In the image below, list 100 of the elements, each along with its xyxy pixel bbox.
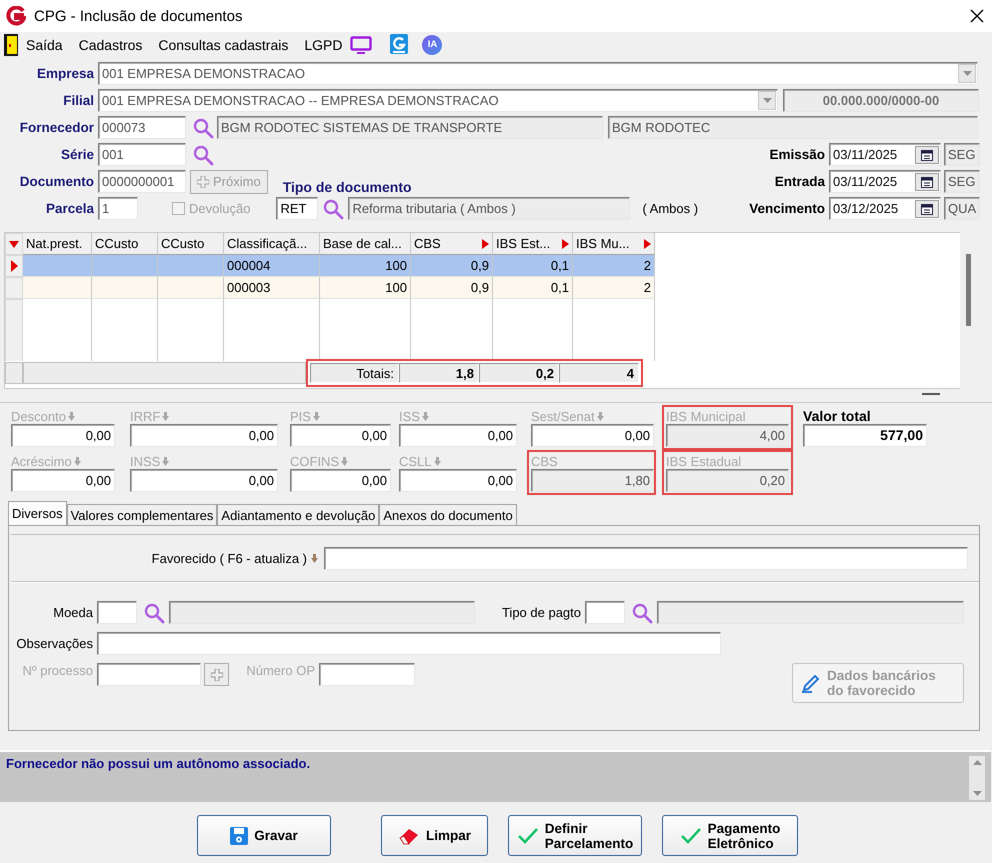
currency-code-field[interactable] [97, 601, 137, 624]
search-icon[interactable] [631, 602, 653, 624]
table-cell: 2 [573, 255, 655, 277]
search-icon[interactable] [143, 602, 165, 624]
table-cell: 0,9 [411, 255, 493, 277]
table-cell: 0,1 [493, 255, 573, 277]
column-header[interactable]: IBS Est... [493, 233, 573, 255]
supplier-code-field[interactable]: 000073 [98, 116, 186, 139]
weekday-field[interactable]: SEG [944, 170, 980, 193]
amount-field: 0,20 [666, 469, 789, 492]
weekday-field[interactable]: QUA [944, 197, 980, 220]
menu-item[interactable]: Consultas cadastrais [150, 34, 296, 54]
supplier-short-name-field[interactable]: BGM RODOTEC [608, 116, 978, 139]
tab[interactable]: Adiantamento e devolução [217, 504, 380, 525]
payment-type-name-field[interactable] [657, 601, 964, 624]
row-selector[interactable] [5, 255, 23, 277]
total-value: 0,2 [479, 363, 559, 383]
dropdown-button[interactable] [758, 91, 776, 110]
add-button[interactable] [204, 663, 229, 686]
column-header[interactable]: Classificaçã... [224, 233, 320, 255]
scrollbar-thumb[interactable] [922, 393, 940, 395]
column-header[interactable]: IBS Mu... [573, 233, 655, 255]
weekday-field[interactable]: SEG [944, 143, 980, 166]
total-label: Valor total [803, 408, 872, 424]
document-type-code-field[interactable]: RET [276, 197, 318, 220]
menu-item[interactable]: Cadastros [70, 34, 150, 54]
amount-field[interactable]: 0,00 [399, 424, 517, 447]
op-number-field[interactable] [319, 663, 415, 686]
currency-name-field[interactable] [169, 601, 475, 624]
total-field: 577,00 [803, 424, 927, 447]
field-label: Favorecido ( F6 - atualiza ) [150, 550, 308, 566]
scrollbar-thumb[interactable] [966, 254, 971, 326]
scrollbar[interactable] [969, 756, 985, 800]
field-label: IBS Estadual [666, 454, 742, 468]
table-cell: 100 [320, 277, 411, 299]
close-icon[interactable] [970, 9, 984, 23]
amount-field[interactable]: 0,00 [11, 424, 115, 447]
document-number-field[interactable]: 0000000001 [98, 170, 186, 193]
assistant-button[interactable]: IA [422, 34, 442, 54]
amount-field[interactable]: 0,00 [399, 469, 517, 492]
sort-marker-icon [562, 238, 569, 248]
field-label: Tipo de pagto [500, 605, 582, 620]
field-label: CBS [531, 454, 558, 468]
date-field[interactable]: 03/12/2025 [829, 197, 941, 220]
amount-field[interactable]: 0,00 [11, 469, 115, 492]
cnpj-field[interactable]: 00.000.000/0000-00 [783, 89, 979, 112]
search-icon[interactable] [322, 198, 344, 220]
app-icon[interactable] [390, 34, 408, 56]
column-header[interactable]: Base de cal... [320, 233, 411, 255]
calendar-button[interactable] [915, 200, 939, 218]
menu-item[interactable]: LGPD [296, 34, 350, 54]
date-field[interactable]: 03/11/2025 [829, 143, 941, 166]
scroll-down-icon[interactable] [972, 791, 982, 796]
checkbox-label: Devolução [189, 201, 250, 216]
tab[interactable]: Diversos [8, 501, 67, 525]
date-field[interactable]: 03/11/2025 [829, 170, 941, 193]
payee-field[interactable] [324, 546, 968, 570]
action-button[interactable]: Gravar [197, 815, 331, 856]
table-cell [23, 277, 92, 299]
amount-field[interactable]: 0,00 [531, 424, 654, 447]
column-header[interactable]: CBS [411, 233, 493, 255]
calendar-button[interactable] [915, 146, 939, 164]
door-icon[interactable] [4, 34, 18, 56]
column-header[interactable]: CCusto [158, 233, 224, 255]
menu-caret-icon[interactable] [9, 240, 19, 248]
branch-field[interactable]: 001 EMPRESA DEMONSTRACAO -- EMPRESA DEMONSTRACAO [98, 89, 778, 112]
search-icon[interactable] [192, 144, 214, 166]
dropdown-button[interactable] [958, 64, 976, 83]
action-button[interactable]: Definir Parcelamento [508, 815, 642, 856]
action-button[interactable]: Limpar [381, 815, 488, 856]
amount-field[interactable]: 0,00 [290, 424, 391, 447]
menu-item[interactable]: Saída [18, 34, 71, 54]
amount-field[interactable]: 0,00 [130, 424, 278, 447]
monitor-icon[interactable] [350, 36, 372, 54]
installment-field[interactable]: 1 [98, 197, 138, 220]
search-icon[interactable] [192, 116, 214, 138]
column-header[interactable]: Nat.prest. [23, 233, 92, 255]
amount-field[interactable]: 0,00 [290, 469, 391, 492]
amount-field[interactable]: 0,00 [130, 469, 278, 492]
scroll-up-icon[interactable] [972, 760, 982, 765]
notes-field[interactable] [97, 632, 721, 655]
field-label: Número OP [245, 663, 316, 678]
process-number-field[interactable] [97, 663, 201, 686]
tab[interactable]: Anexos do documento [379, 504, 517, 525]
column-header[interactable]: CCusto [92, 233, 158, 255]
field-label: Moeda [52, 605, 94, 620]
total-value: 1,8 [399, 363, 479, 383]
field-label: Emissão [769, 147, 826, 162]
field-label: Sest/Senat [531, 408, 595, 424]
payment-type-code-field[interactable] [585, 601, 625, 624]
calendar-icon [921, 148, 933, 160]
action-button[interactable]: Pagamento Eletrônico [662, 815, 798, 856]
table-cell [158, 255, 224, 277]
tab[interactable]: Valores complementares [66, 504, 218, 525]
company-field[interactable]: 001 EMPRESA DEMONSTRACAO [98, 62, 978, 85]
document-type-field[interactable]: Reforma tributaria ( Ambos ) [348, 197, 630, 220]
supplier-name-field[interactable]: BGM RODOTEC SISTEMAS DE TRANSPORTE [217, 116, 603, 139]
field-label: Filial [62, 93, 95, 108]
calendar-button[interactable] [915, 172, 939, 190]
series-field[interactable]: 001 [98, 143, 186, 166]
